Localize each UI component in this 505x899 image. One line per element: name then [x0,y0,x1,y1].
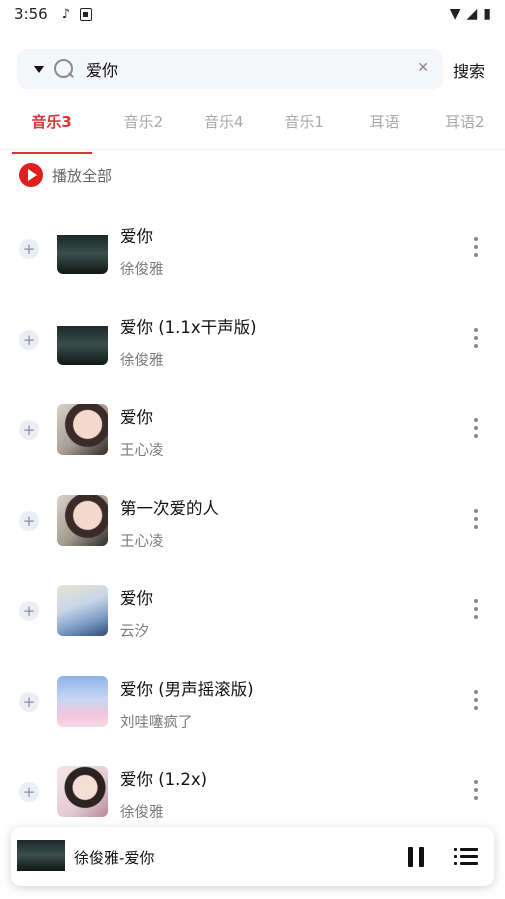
song-artist: 王心凌 [120,443,164,459]
song-list: + 爱你 徐俊雅 + 爱你 (1.1x干声版) 徐俊雅 + 爱你 王心凌 + 第… [0,203,505,837]
list-item[interactable]: + 爱你 徐俊雅 [0,203,505,294]
album-cover [57,766,108,817]
more-vertical-icon[interactable] [470,237,482,261]
tab-divider [0,149,505,150]
music-note-icon: ♪ [61,6,70,22]
dropdown-caret-icon[interactable] [34,65,44,73]
play-circle-icon [19,163,43,187]
list-item[interactable]: + 爱你 (男声摇滚版) 刘哇噻疯了 [0,656,505,747]
battery-icon: ▮ [483,6,491,22]
search-box[interactable]: ✕ [17,49,443,89]
play-all-button[interactable]: 播放全部 [19,163,112,187]
list-item[interactable]: + 爱你 王心凌 [0,384,505,475]
more-vertical-icon[interactable] [470,599,482,623]
list-item[interactable]: + 爱你 (1.2x) 徐俊雅 [0,746,505,837]
song-artist: 徐俊雅 [120,352,164,369]
song-title: 爱你 [120,408,153,427]
pause-icon[interactable] [407,847,425,867]
search-button[interactable]: 搜索 [453,58,485,82]
wifi-icon: ▼ [449,6,461,22]
signal-icon: ◢ [466,6,478,22]
song-artist: 徐俊雅 [120,262,164,278]
album-cover [57,223,108,274]
add-icon[interactable]: + [19,510,39,531]
text-a-icon [79,7,92,21]
song-title: 爱你 (1.2x) [120,770,208,789]
tab-music4[interactable]: 音乐4 [184,104,264,150]
add-icon[interactable]: + [19,601,39,621]
song-title: 爱你 [120,227,153,246]
mini-player[interactable]: 徐俊雅-爱你 [11,827,494,886]
album-cover [57,494,108,546]
more-vertical-icon[interactable] [470,418,482,442]
song-artist: 刘哇噻疯了 [120,714,193,731]
clear-icon[interactable]: ✕ [417,60,429,76]
song-title: 爱你 (男声摇滚版) [120,679,254,699]
search-icon [53,58,75,80]
status-icons: ▼ ◢ ▮ [450,6,491,22]
list-item[interactable]: + 第一次爱的人 王心凌 [0,475,505,566]
album-cover [57,404,108,455]
play-all-label: 播放全部 [52,166,113,185]
tab-whisper[interactable]: 耳语 [344,104,424,150]
status-bar: 3:56 ♪ ▼ ◢ ▮ [0,0,505,28]
song-artist: 徐俊雅 [120,805,164,821]
list-item[interactable]: + 爱你 (1.1x干声版) 徐俊雅 [0,294,505,385]
song-title: 第一次爱的人 [120,498,219,518]
status-time: 3:56 [14,5,48,23]
search-row: ✕ 搜索 [17,49,487,89]
more-vertical-icon[interactable] [470,780,482,804]
now-playing-title: 徐俊雅-爱你 [74,849,155,867]
tab-music3[interactable]: 音乐3 [0,104,103,154]
add-icon[interactable]: + [19,691,39,712]
song-artist: 云汐 [120,624,149,640]
add-icon[interactable]: + [19,239,39,259]
album-cover [57,585,108,636]
album-cover [57,313,108,365]
list-item[interactable]: + 爱你 云汐 [0,565,505,656]
now-playing-cover [17,831,65,871]
playlist-icon[interactable] [454,846,478,866]
tab-bar: 音乐3 音乐2 音乐4 音乐1 耳语 耳语2 [0,104,505,154]
search-input[interactable] [86,59,386,79]
tab-music1[interactable]: 音乐1 [264,104,344,150]
add-icon[interactable]: + [19,420,39,440]
more-vertical-icon[interactable] [470,689,482,714]
album-cover [57,675,108,727]
tab-whisper2[interactable]: 耳语2 [425,104,505,150]
add-icon[interactable]: + [19,329,39,350]
tab-music2[interactable]: 音乐2 [103,104,183,150]
more-vertical-icon[interactable] [470,327,482,352]
song-artist: 王心凌 [120,533,164,550]
add-icon[interactable]: + [19,782,39,802]
song-title: 爱你 [120,589,153,608]
more-vertical-icon[interactable] [470,508,482,533]
song-title: 爱你 (1.1x干声版) [120,317,257,337]
